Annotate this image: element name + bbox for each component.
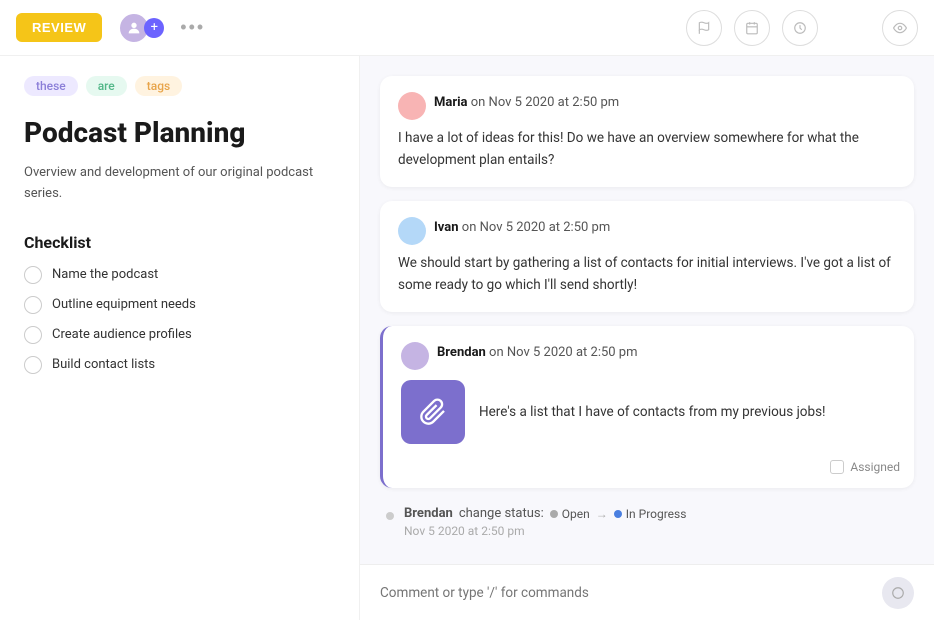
checklist-item[interactable]: Outline equipment needs — [24, 296, 335, 314]
assigned-checkbox[interactable] — [830, 460, 844, 474]
status-dot-progress — [614, 510, 622, 518]
review-button[interactable]: REVIEW — [16, 13, 102, 42]
add-avatar-button[interactable]: + — [144, 18, 164, 38]
top-bar-right — [686, 10, 918, 46]
page-title: Podcast Planning — [24, 116, 335, 149]
comment-text-maria: I have a lot of ideas for this! Do we ha… — [398, 128, 896, 171]
calendar-button[interactable] — [734, 10, 770, 46]
flag-button[interactable] — [686, 10, 722, 46]
checklist-item[interactable]: Name the podcast — [24, 266, 335, 284]
comment-author-brendan: Brendan on Nov 5 2020 at 2:50 pm — [437, 345, 638, 360]
checklist-radio[interactable] — [24, 326, 42, 344]
avatar-group: + — [118, 12, 164, 44]
checklist-radio[interactable] — [24, 356, 42, 374]
assigned-label: Assigned — [850, 460, 900, 474]
comment-author-ivan: Ivan on Nov 5 2020 at 2:50 pm — [434, 220, 610, 235]
more-options-button[interactable]: ••• — [180, 17, 205, 38]
left-panel: these are tags Podcast Planning Overview… — [0, 56, 360, 620]
status-author: Brendan — [404, 506, 453, 521]
status-dot-open — [550, 510, 558, 518]
tag-tags[interactable]: tags — [135, 76, 182, 96]
avatar-ivan — [398, 217, 426, 245]
comments-area: Maria on Nov 5 2020 at 2:50 pm I have a … — [360, 56, 934, 564]
main-layout: these are tags Podcast Planning Overview… — [0, 56, 934, 620]
assigned-button[interactable]: Assigned — [830, 460, 900, 474]
attachment-text: Here's a list that I have of contacts fr… — [479, 402, 826, 424]
checklist-title: Checklist — [24, 233, 335, 252]
checklist-item[interactable]: Build contact lists — [24, 356, 335, 374]
attachment-thumbnail[interactable] — [401, 380, 465, 444]
right-panel: Maria on Nov 5 2020 at 2:50 pm I have a … — [360, 56, 934, 620]
checklist: Name the podcast Outline equipment needs… — [24, 266, 335, 374]
eye-button[interactable] — [882, 10, 918, 46]
comment-card-brendan: Brendan on Nov 5 2020 at 2:50 pm Here's … — [380, 326, 914, 488]
tag-these[interactable]: these — [24, 76, 78, 96]
tags-row: these are tags — [24, 76, 335, 96]
clock-button[interactable] — [782, 10, 818, 46]
comment-author-maria: Maria on Nov 5 2020 at 2:50 pm — [434, 95, 619, 110]
avatar-brendan — [401, 342, 429, 370]
top-bar: REVIEW + ••• — [0, 0, 934, 56]
tag-are[interactable]: are — [86, 76, 127, 96]
comment-card-ivan: Ivan on Nov 5 2020 at 2:50 pm We should … — [380, 201, 914, 312]
attachment-row: Here's a list that I have of contacts fr… — [401, 380, 896, 444]
comment-input[interactable] — [380, 585, 872, 601]
status-date: Nov 5 2020 at 2:50 pm — [404, 524, 914, 538]
avatar-maria — [398, 92, 426, 120]
send-button[interactable] — [882, 577, 914, 609]
status-change-text: Brendan change status: Open → In Progres… — [404, 506, 914, 521]
comment-input-bar — [360, 564, 934, 620]
comment-card-maria: Maria on Nov 5 2020 at 2:50 pm I have a … — [380, 76, 914, 187]
page-description: Overview and development of our original… — [24, 163, 335, 205]
checklist-item[interactable]: Create audience profiles — [24, 326, 335, 344]
arrow-icon: → — [596, 507, 608, 521]
checklist-radio[interactable] — [24, 296, 42, 314]
checklist-radio[interactable] — [24, 266, 42, 284]
status-to: In Progress — [614, 507, 687, 521]
status-from: Open — [550, 507, 590, 521]
comment-text-ivan: We should start by gathering a list of c… — [398, 253, 896, 296]
status-change: Brendan change status: Open → In Progres… — [380, 502, 914, 542]
